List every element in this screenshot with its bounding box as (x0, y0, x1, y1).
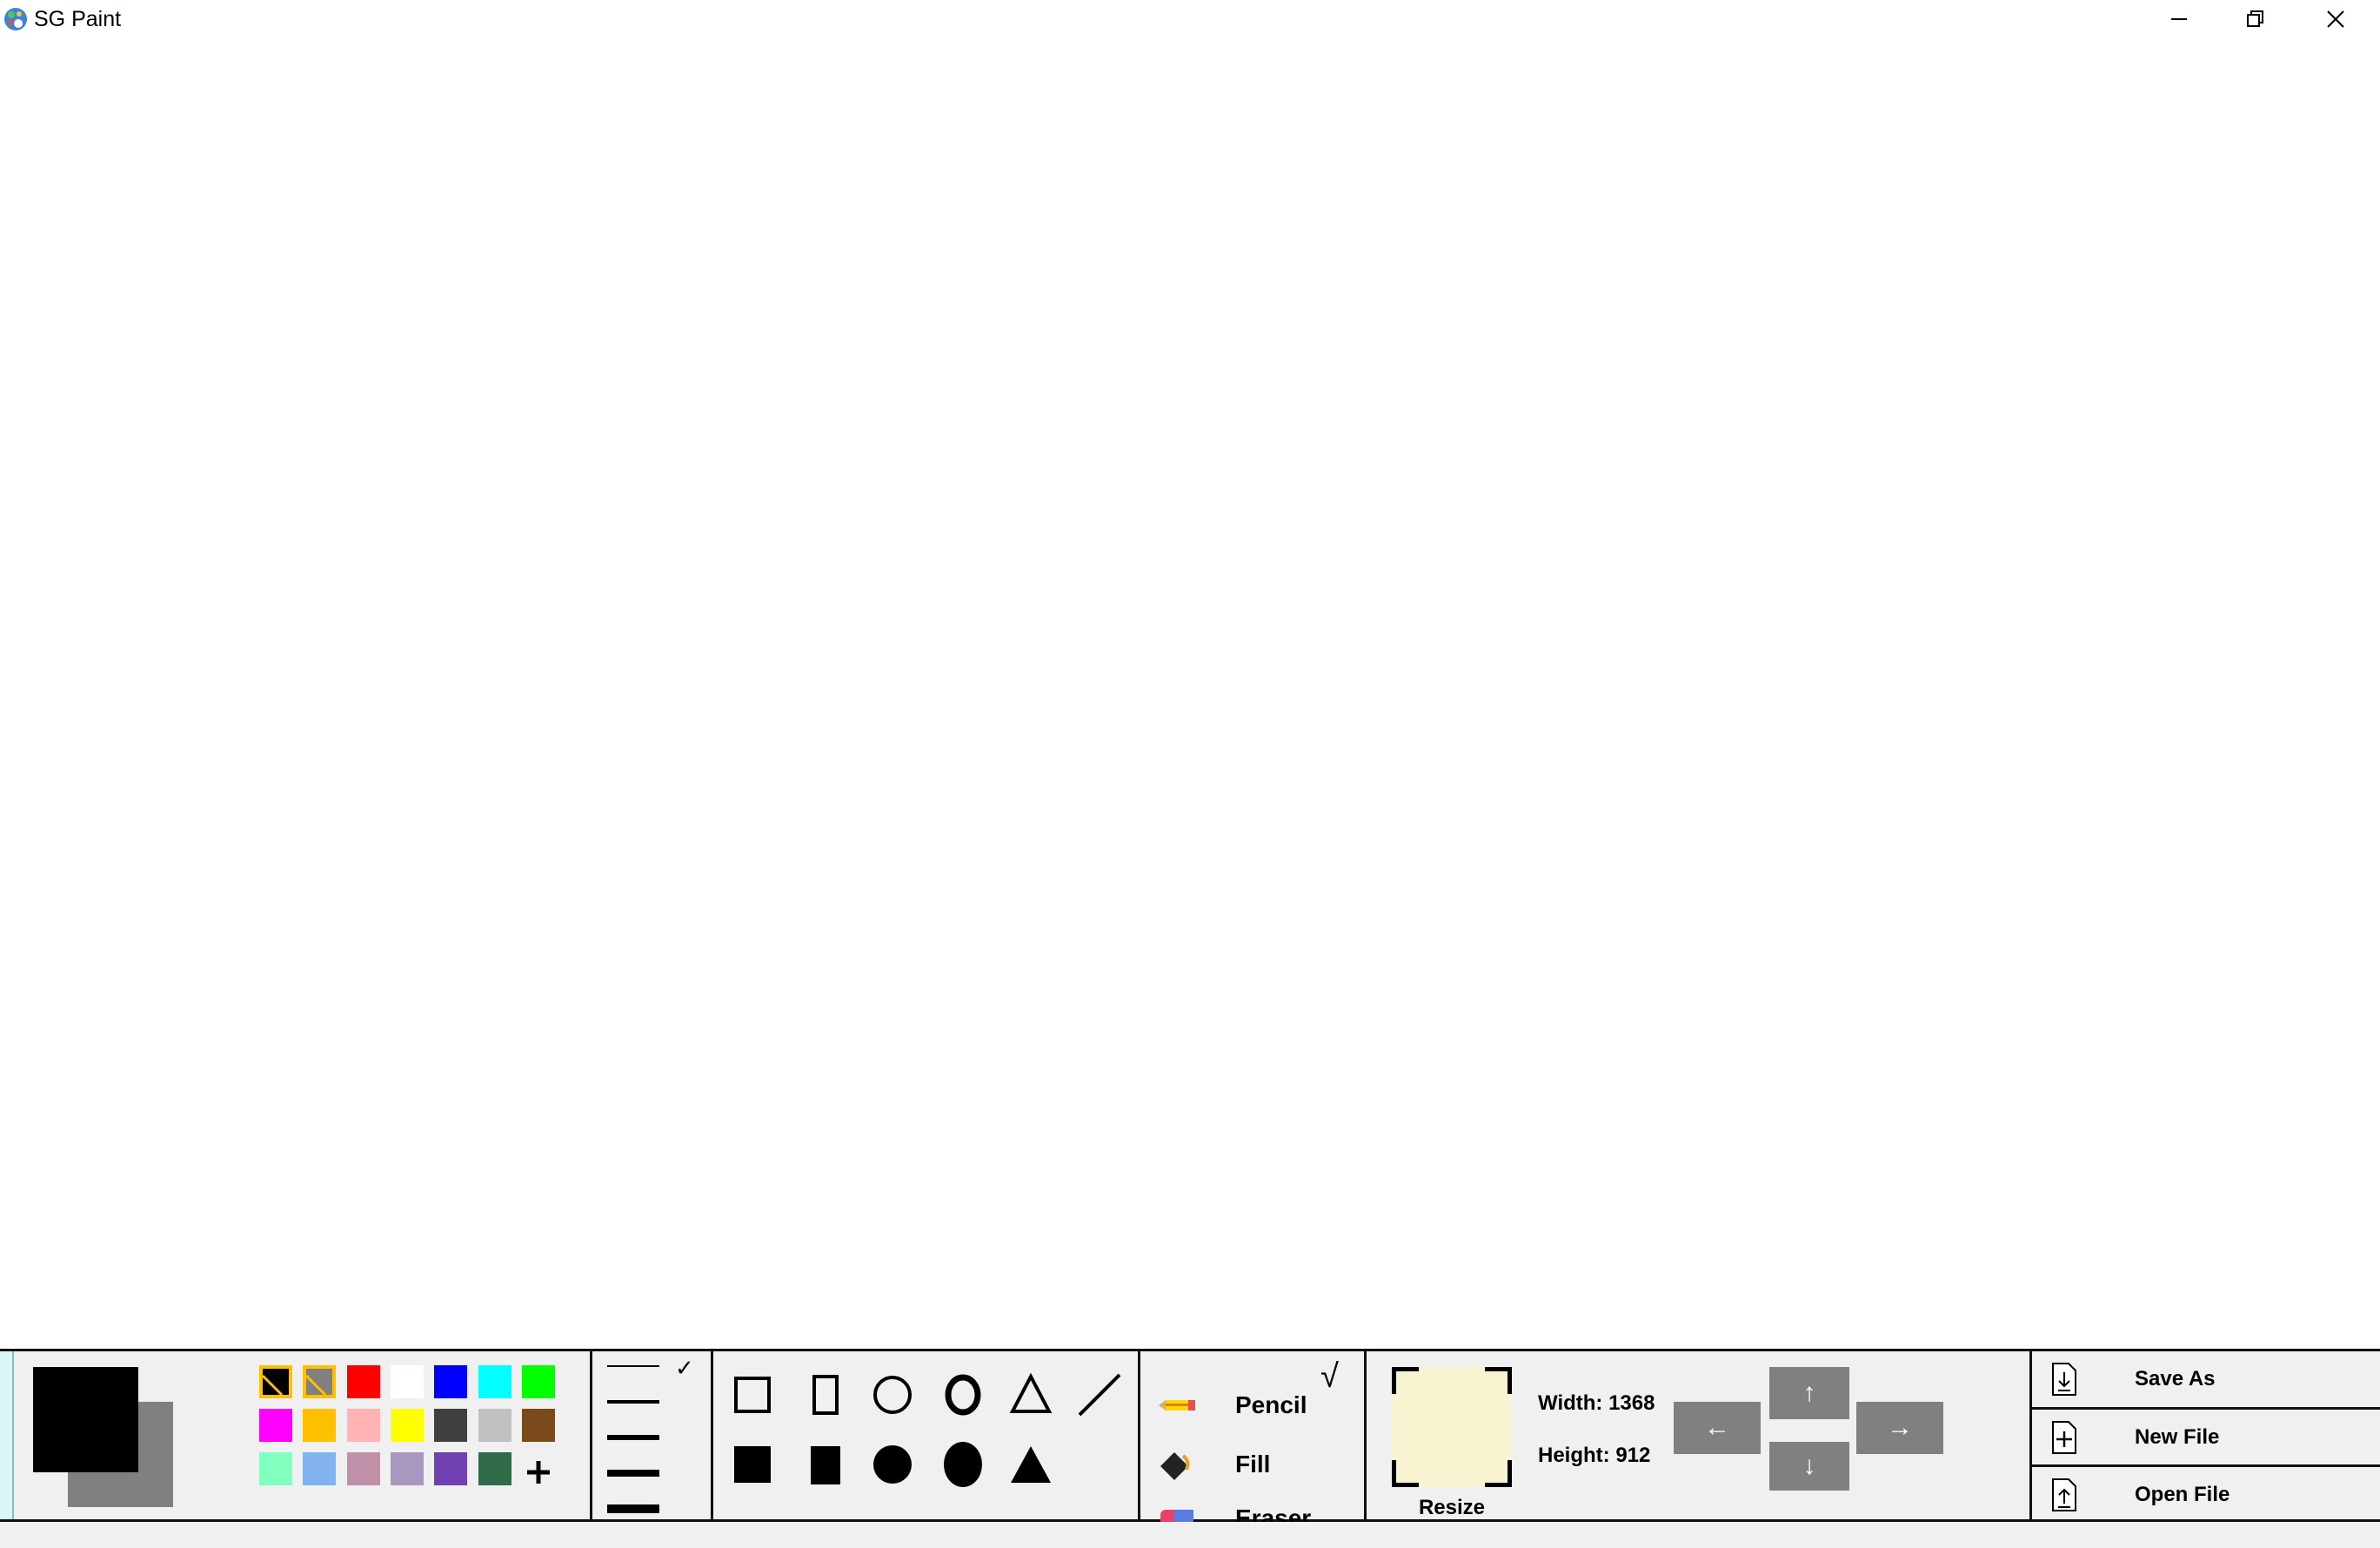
palette-swatch[interactable] (390, 1409, 424, 1442)
stroke-size-5[interactable] (607, 1504, 659, 1513)
rounded-rectangle-filled-tool[interactable] (801, 1440, 850, 1489)
palette-swatch[interactable] (434, 1365, 468, 1398)
resize-left-button[interactable]: ← (1674, 1402, 1761, 1454)
divider (1138, 1351, 1140, 1519)
stroke-size-4[interactable] (607, 1470, 659, 1477)
ellipse-filled-tool[interactable] (939, 1440, 987, 1489)
palette-swatch[interactable] (259, 1365, 292, 1398)
new-file-icon (2052, 1421, 2076, 1454)
palette-swatch[interactable] (521, 1409, 555, 1442)
save-as-label: Save As (2135, 1367, 2216, 1391)
stroke-size-2[interactable] (607, 1400, 659, 1404)
save-file-icon (2052, 1363, 2076, 1396)
resize-corner (1485, 1460, 1512, 1487)
palette-swatch[interactable] (346, 1409, 380, 1442)
new-file-button[interactable]: New File (2032, 1410, 2380, 1464)
stroke-size-3[interactable] (607, 1435, 659, 1440)
rounded-rectangle-outline-tool[interactable] (801, 1370, 850, 1419)
restore-button[interactable] (2216, 0, 2295, 38)
status-bar (0, 1522, 2380, 1548)
add-color-button[interactable] (518, 1452, 558, 1492)
palette-swatch[interactable] (521, 1365, 555, 1398)
palette-swatch[interactable] (390, 1365, 424, 1398)
palette-swatch[interactable] (303, 1365, 337, 1398)
pencil-selected-check: √ (1320, 1358, 1339, 1395)
palette-swatch[interactable] (303, 1409, 337, 1442)
close-button[interactable] (2296, 0, 2375, 38)
triangle-outline-tool[interactable] (1006, 1370, 1055, 1419)
restore-icon (2247, 10, 2263, 27)
ellipse-filled-icon (944, 1442, 982, 1487)
resize-right-button[interactable]: → (1856, 1402, 1943, 1454)
selected-swatch-mark (306, 1374, 327, 1395)
canvas-width-label: Width: 1368 (1538, 1391, 1655, 1415)
resize-label: Resize (1418, 1496, 1486, 1519)
selected-swatch-mark (263, 1374, 284, 1395)
rounded-rectangle-filled-icon (811, 1446, 840, 1484)
resize-corner (1485, 1367, 1512, 1394)
canvas-height-label: Height: 912 (1538, 1444, 1651, 1467)
palette-swatch[interactable] (478, 1452, 511, 1485)
fill-label: Fill (1235, 1451, 1271, 1478)
minimize-button[interactable] (2140, 0, 2218, 38)
palette-swatch[interactable] (478, 1365, 511, 1398)
title-bar: SG Paint (0, 0, 2380, 38)
circle-filled-tool[interactable] (868, 1440, 917, 1489)
rectangle-filled-tool[interactable] (728, 1440, 777, 1489)
new-file-label: New File (2135, 1425, 2220, 1449)
circle-outline-tool[interactable] (868, 1370, 917, 1419)
primary-color-swatch[interactable] (33, 1367, 138, 1472)
circle-outline-icon (873, 1376, 912, 1414)
palette-swatch[interactable] (259, 1452, 292, 1485)
palette-swatch[interactable] (259, 1409, 292, 1442)
triangle-outline-icon (1009, 1373, 1053, 1413)
divider (1364, 1351, 1367, 1519)
line-tool[interactable] (1075, 1370, 1124, 1419)
toolbar: ✓ Pencil √ Fill Eraser Resize Width: 136… (0, 1349, 2380, 1531)
minimize-icon (2171, 18, 2187, 20)
rectangle-filled-icon (734, 1446, 771, 1483)
rectangle-outline-tool[interactable] (728, 1370, 777, 1419)
stroke-selected-check: ✓ (675, 1355, 694, 1381)
triangle-filled-tool[interactable] (1006, 1440, 1055, 1489)
close-icon (2327, 10, 2344, 28)
ellipse-outline-icon (945, 1374, 981, 1416)
circle-filled-icon (873, 1445, 912, 1484)
window-title: SG Paint (34, 7, 122, 31)
palette-swatch[interactable] (434, 1452, 468, 1485)
triangle-filled-icon (1011, 1446, 1051, 1483)
resize-corner (1392, 1460, 1419, 1487)
palette-swatch[interactable] (390, 1452, 424, 1485)
open-file-button[interactable]: Open File (2032, 1467, 2380, 1522)
palette-swatch[interactable] (303, 1452, 337, 1485)
palette-swatch[interactable] (434, 1409, 468, 1442)
palette-swatch[interactable] (346, 1365, 380, 1398)
line-icon (1078, 1373, 1121, 1417)
stroke-size-1[interactable] (607, 1365, 659, 1367)
rounded-rectangle-outline-icon (812, 1375, 839, 1415)
resize-preview[interactable] (1392, 1367, 1512, 1487)
rectangle-outline-icon (734, 1377, 771, 1413)
paint-bucket-icon (1160, 1452, 1190, 1480)
ellipse-outline-tool[interactable] (939, 1370, 987, 1419)
save-as-button[interactable]: Save As (2032, 1351, 2380, 1406)
divider (711, 1351, 713, 1519)
pencil-icon (1159, 1400, 1195, 1411)
plus-icon (527, 1461, 550, 1484)
pencil-label: Pencil (1235, 1391, 1307, 1418)
resize-down-button[interactable]: ↓ (1769, 1442, 1849, 1491)
resize-up-button[interactable]: ↑ (1769, 1367, 1849, 1419)
drawing-canvas[interactable] (0, 38, 2380, 1349)
palette-swatch[interactable] (346, 1452, 380, 1485)
toolbar-edge (0, 1351, 14, 1519)
divider (590, 1351, 592, 1519)
resize-corner (1392, 1367, 1419, 1394)
palette-swatch[interactable] (478, 1409, 511, 1442)
paint-palette-icon (4, 8, 27, 30)
fill-tool[interactable]: Fill (1157, 1442, 1366, 1487)
open-file-icon (2052, 1478, 2076, 1511)
open-file-label: Open File (2135, 1483, 2230, 1506)
